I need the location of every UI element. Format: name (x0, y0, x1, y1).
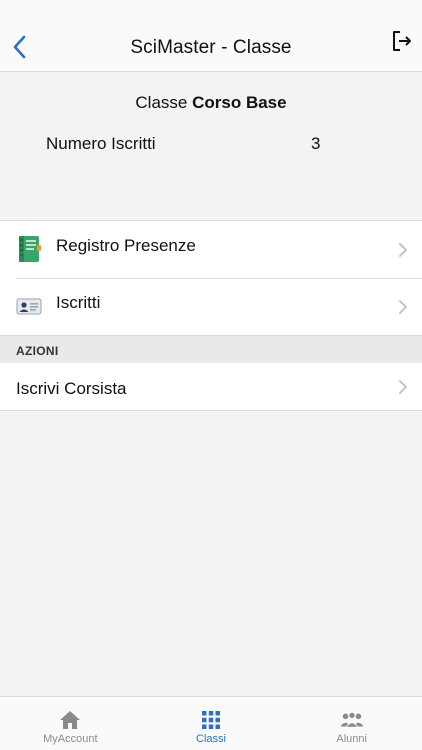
enrolled-count: 3 (311, 134, 321, 153)
tab-label: Classi (196, 733, 226, 745)
menu-item-iscritti[interactable]: Iscritti (0, 278, 422, 335)
class-name: Corso Base (192, 93, 287, 112)
logout-icon (393, 31, 411, 51)
actions-list: Iscrivi Corsista (0, 363, 422, 411)
tab-label: MyAccount (43, 733, 98, 745)
class-title: Classe Corso Base (0, 93, 422, 113)
tab-alunni[interactable]: Alunni (281, 697, 422, 750)
people-icon (340, 709, 364, 731)
menu-item-label: Iscritti (56, 293, 101, 312)
menu-item-registro-presenze[interactable]: Registro Presenze (0, 221, 422, 278)
menu-item-label: Registro Presenze (56, 236, 196, 255)
tab-myaccount[interactable]: MyAccount (0, 697, 141, 750)
logout-button[interactable] (388, 27, 416, 55)
section-header-label: AZIONI (16, 344, 59, 358)
menu-list: Registro Presenze Iscritti (0, 220, 422, 336)
grid-icon (199, 709, 223, 731)
register-book-icon (19, 236, 41, 262)
action-iscrivi-corsista[interactable]: Iscrivi Corsista (0, 363, 422, 410)
section-header-actions: AZIONI (0, 336, 422, 363)
enrolled-label: Numero Iscritti (46, 134, 156, 153)
chevron-right-icon (399, 300, 407, 314)
class-info: Classe Corso Base Numero Iscritti 3 (0, 73, 422, 220)
action-label: Iscrivi Corsista (16, 379, 127, 398)
tab-bar: MyAccount Classi Alunni (0, 696, 422, 750)
home-icon (58, 709, 82, 731)
id-card-icon (16, 298, 42, 315)
navigation-bar: SciMaster - Classe (0, 0, 422, 72)
tab-classi[interactable]: Classi (141, 697, 282, 750)
page-title: SciMaster - Classe (130, 37, 292, 58)
tab-label: Alunni (336, 733, 367, 745)
class-title-prefix: Classe (135, 93, 188, 112)
screen: SciMaster - Classe Classe Corso Base Num… (0, 0, 422, 750)
chevron-right-icon (399, 380, 407, 394)
chevron-right-icon (399, 243, 407, 257)
